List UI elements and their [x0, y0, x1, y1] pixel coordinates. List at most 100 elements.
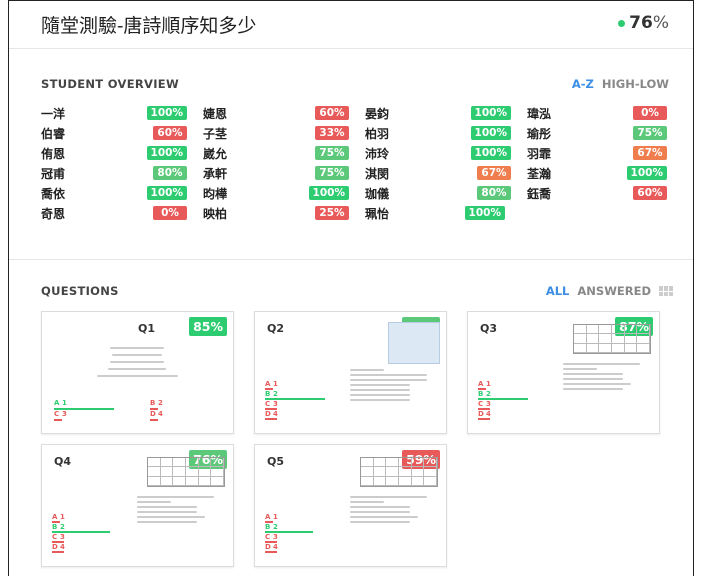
question-title: Q5: [267, 455, 285, 468]
choice-letter: D: [150, 410, 156, 418]
answer-choice: A1: [52, 513, 65, 521]
question-text-lines: [350, 493, 435, 526]
answer-bar: [478, 408, 490, 410]
question-text-lines: [563, 360, 648, 393]
student-name: 羽霏: [527, 146, 552, 161]
choice-letter: C: [54, 410, 60, 418]
choice-letter: D: [265, 410, 271, 418]
student-cell[interactable]: 一洋 100%: [41, 103, 203, 123]
student-cell[interactable]: 珈儀 80%: [365, 183, 527, 203]
choice-letter: D: [52, 543, 58, 551]
student-score-badge: 100%: [146, 146, 187, 160]
student-cell[interactable]: 晏鈞 100%: [365, 103, 527, 123]
student-name: 柏羽: [365, 126, 390, 141]
sort-az-button[interactable]: A-Z: [572, 77, 594, 91]
choice-letter: C: [478, 400, 484, 408]
overall-score: 76%: [618, 13, 669, 33]
student-name: 映柏: [203, 206, 228, 221]
answer-bar: [265, 418, 277, 420]
filter-answered-button[interactable]: ANSWERED: [577, 284, 651, 298]
answer-bar: [52, 521, 60, 523]
answer-bar: [54, 419, 62, 421]
student-name: 晏鈞: [365, 106, 390, 121]
student-score-badge: 100%: [146, 106, 187, 120]
choice-letter: C: [52, 533, 58, 541]
answer-choice: D4: [265, 410, 278, 418]
choice-number: 4: [486, 410, 491, 418]
student-cell[interactable]: 崴允 75%: [203, 143, 365, 163]
student-name: 喬依: [41, 186, 66, 201]
choice-number: 2: [486, 390, 491, 398]
student-name: 承軒: [203, 166, 228, 181]
student-score-badge: 0%: [153, 206, 187, 220]
student-row: 喬依 100% 昀樺 100% 珈儀 80% 鈺喬 60%: [41, 183, 671, 203]
student-cell[interactable]: 鈺喬 60%: [527, 183, 667, 203]
answer-choice: C3: [265, 533, 278, 541]
student-name: 冠甫: [41, 166, 66, 181]
student-cell[interactable]: 淇閔 67%: [365, 163, 527, 183]
student-score-badge: 60%: [633, 186, 667, 200]
student-score-badge: 0%: [633, 106, 667, 120]
student-cell[interactable]: 柏羽 100%: [365, 123, 527, 143]
choice-letter: C: [265, 533, 271, 541]
student-name: 崴允: [203, 146, 228, 161]
choice-number: 2: [60, 523, 65, 531]
student-name: 昀樺: [203, 186, 228, 201]
student-cell[interactable]: 婕恩 60%: [203, 103, 365, 123]
student-cell[interactable]: 羽霏 67%: [527, 143, 667, 163]
student-cell[interactable]: 伯睿 60%: [41, 123, 203, 143]
choice-number: 2: [158, 399, 163, 407]
question-card[interactable]: Q4 76% A 1 B 2 C 3 D 4: [41, 444, 234, 567]
choice-letter: A: [265, 513, 271, 521]
filter-all-button[interactable]: ALL: [546, 284, 570, 298]
choice-number: 3: [60, 533, 65, 541]
question-text-lines: [92, 342, 182, 382]
answer-bar: [265, 531, 313, 533]
question-title: Q3: [480, 322, 498, 335]
student-row: 侑恩 100% 崴允 75% 沛玲 100% 羽霏 67%: [41, 143, 671, 163]
answer-choice: B2: [478, 390, 491, 398]
question-card[interactable]: Q5 59% A 1 B 2 C 3 D 4: [254, 444, 447, 567]
choice-letter: B: [478, 390, 484, 398]
answer-bar: [478, 418, 490, 420]
student-cell[interactable]: 瑋泓 0%: [527, 103, 667, 123]
student-cell[interactable]: 瑜彤 75%: [527, 123, 667, 143]
student-cell[interactable]: 映柏 25%: [203, 203, 365, 223]
choice-number: 1: [60, 513, 65, 521]
sort-high-low-button[interactable]: HIGH-LOW: [602, 77, 669, 91]
choice-letter: D: [265, 543, 271, 551]
answer-bar: [52, 541, 64, 543]
question-text-lines: [137, 493, 222, 526]
student-cell[interactable]: 子茎 33%: [203, 123, 365, 143]
student-cell[interactable]: 冠甫 80%: [41, 163, 203, 183]
choice-number: 3: [273, 400, 278, 408]
answer-bar: [265, 398, 325, 400]
answer-bar: [52, 531, 110, 533]
student-cell[interactable]: 荃瀚 100%: [527, 163, 667, 183]
questions-label: QUESTIONS: [41, 284, 119, 298]
answer-choice: B2: [150, 399, 163, 407]
student-cell[interactable]: 昀樺 100%: [203, 183, 365, 203]
question-card[interactable]: Q3 87% A 1 B 2 C 3 D 4: [467, 311, 660, 434]
choice-number: 1: [273, 513, 278, 521]
student-cell[interactable]: 喬依 100%: [41, 183, 203, 203]
question-text-lines: [350, 366, 435, 404]
question-card[interactable]: Q279%A1B2C3D4: [254, 311, 447, 434]
choice-letter: A: [54, 399, 60, 407]
student-score-badge: 67%: [477, 166, 511, 180]
answer-choice: B2: [265, 390, 278, 398]
student-cell[interactable]: 珮怡 100%: [365, 203, 505, 223]
student-cell[interactable]: 沛玲 100%: [365, 143, 527, 163]
question-title: Q4: [54, 455, 72, 468]
student-cell[interactable]: 奇恩 0%: [41, 203, 203, 223]
grid-view-icon[interactable]: [659, 286, 673, 296]
student-score-badge: 100%: [308, 186, 349, 200]
choice-number: 1: [62, 399, 67, 407]
student-cell[interactable]: 承軒 75%: [203, 163, 365, 183]
answer-bar: [265, 388, 273, 390]
answer-bar: [54, 408, 114, 410]
student-cell[interactable]: 侑恩 100%: [41, 143, 203, 163]
answer-choice: A1: [478, 380, 491, 388]
question-card[interactable]: Q1 85% A 1 B 2 C 3 D 4: [41, 311, 234, 434]
student-score-badge: 75%: [315, 146, 349, 160]
